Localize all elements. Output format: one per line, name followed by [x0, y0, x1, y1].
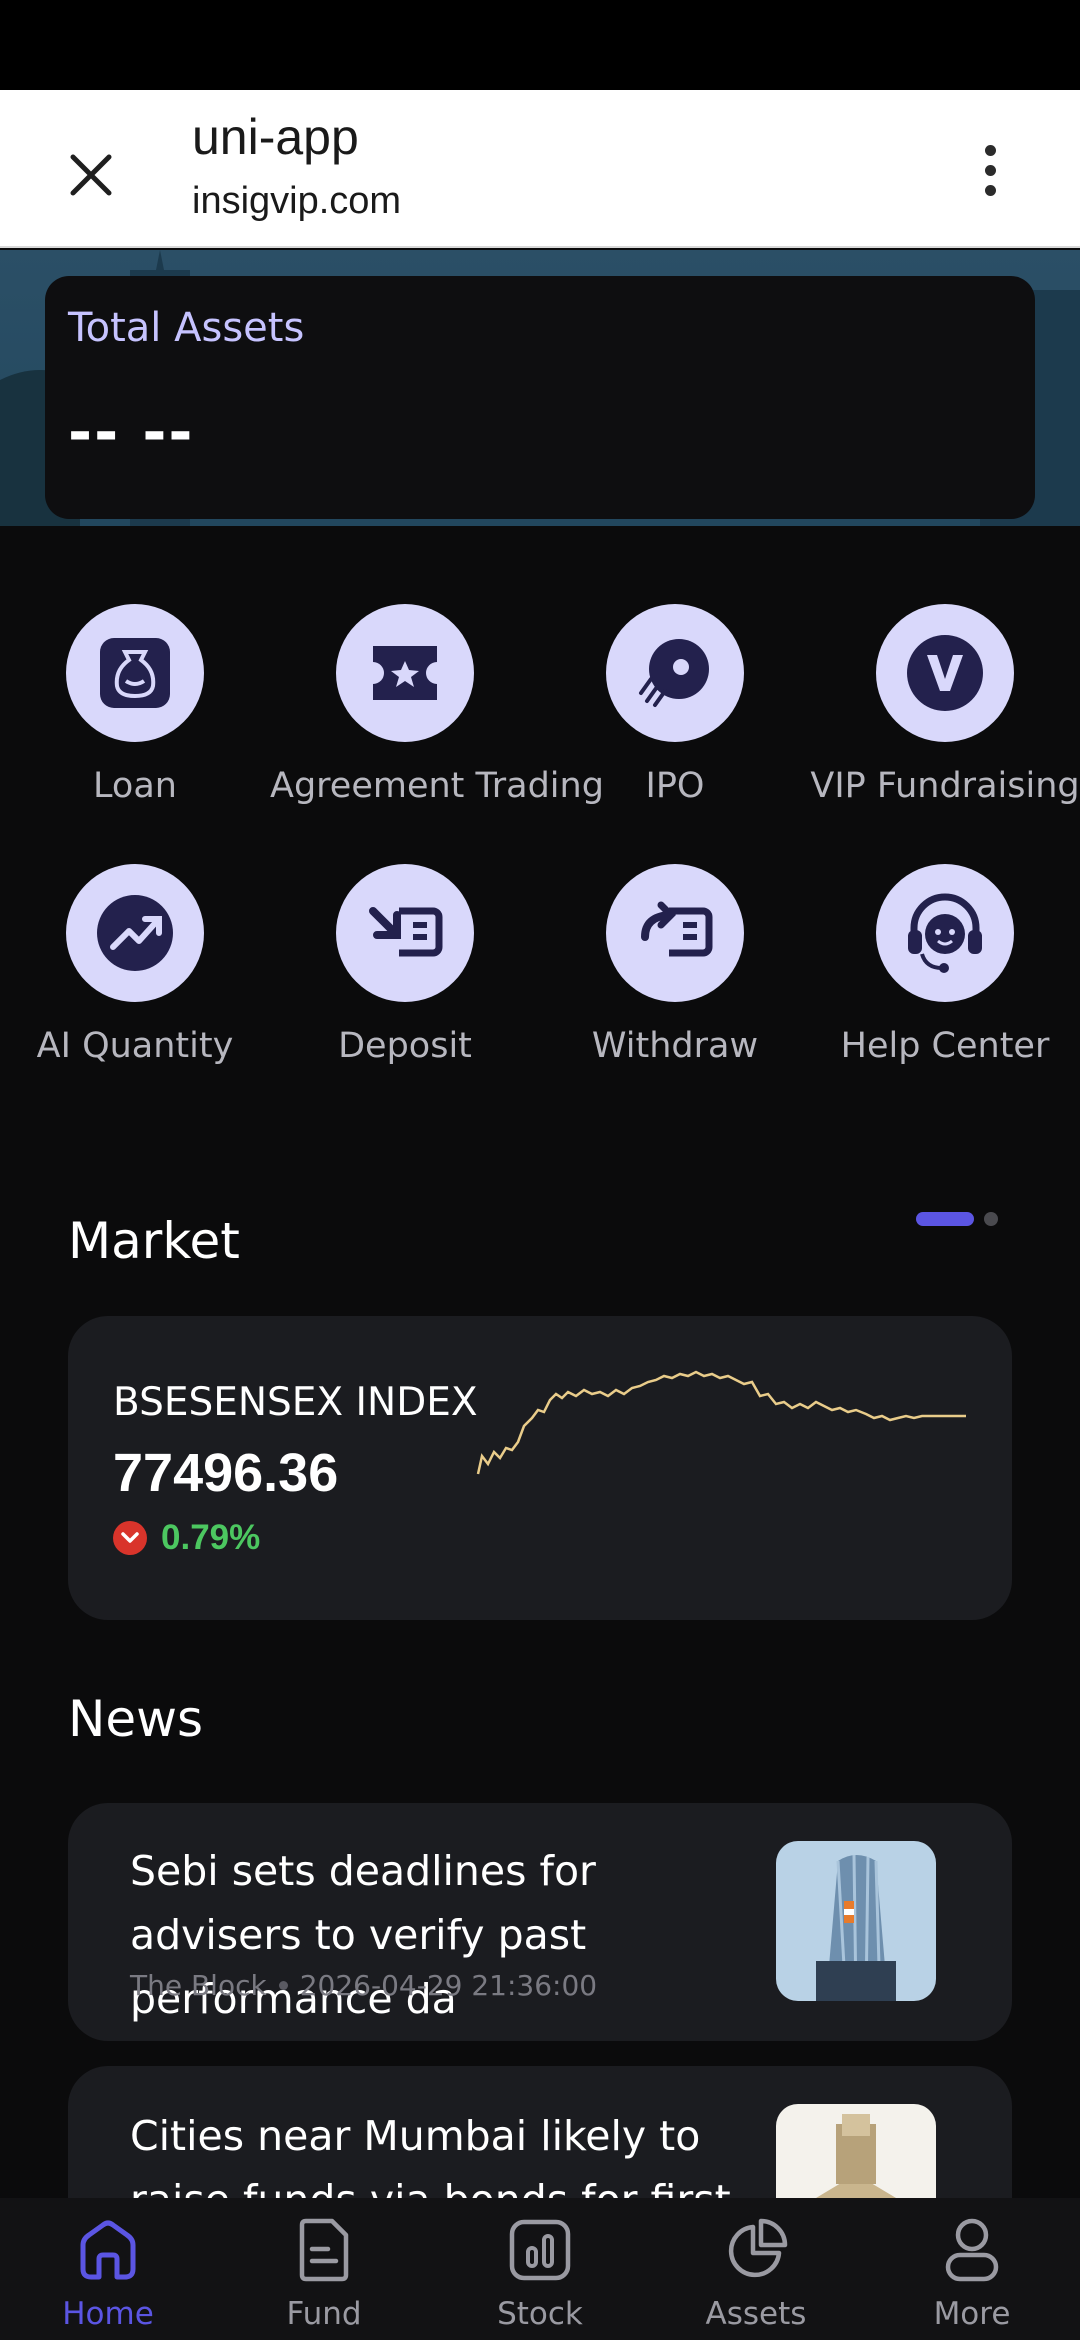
bar-chart-icon [509, 2219, 571, 2281]
help-icon-circle [876, 864, 1014, 1002]
quick-action-loan[interactable]: Loan [0, 604, 270, 806]
vip-v-icon [907, 635, 983, 711]
quick-action-label: AI Quantity [36, 1026, 234, 1066]
more-vertical-icon-dot [984, 164, 996, 176]
market-pager[interactable] [916, 1212, 998, 1226]
user-icon [945, 2218, 999, 2282]
total-assets-value: -- -- [68, 398, 195, 466]
quick-action-label: Deposit [338, 1026, 472, 1066]
news-source: The Block [130, 1969, 267, 2002]
withdraw-icon-circle [606, 864, 744, 1002]
withdraw-icon [641, 901, 713, 957]
quick-action-ipo[interactable]: IPO [540, 604, 810, 806]
news-headline: Sebi sets deadlines for advisers to veri… [130, 1847, 596, 2023]
tab-stock-icon-wrap [470, 2210, 610, 2290]
quick-action-label: IPO [645, 766, 705, 806]
ipo-icon-circle [606, 604, 744, 742]
quick-action-ai-quantity[interactable]: AI Quantity [0, 864, 270, 1066]
deposit-icon [369, 907, 443, 957]
deposit-icon-circle [336, 864, 474, 1002]
news-meta: The Block 2026-04-29 21:36:00 [130, 1969, 597, 2002]
tab-label: More [933, 2296, 1011, 2332]
quick-action-withdraw[interactable]: Withdraw [540, 864, 810, 1066]
quick-action-label: Agreement Trading [270, 766, 604, 806]
close-button[interactable] [56, 140, 126, 210]
page-title: uni-app [192, 109, 359, 165]
tab-more[interactable]: More [902, 2210, 1042, 2332]
tab-stock[interactable]: Stock [470, 2210, 610, 2332]
news-item[interactable]: Sebi sets deadlines for advisers to veri… [68, 1803, 1012, 2041]
more-vertical-icon [984, 144, 996, 156]
quick-action-label: VIP Fundraising [810, 766, 1080, 806]
quick-action-label: Loan [93, 766, 177, 806]
rocket-icon [639, 639, 709, 707]
ai-icon-circle [66, 864, 204, 1002]
tab-label: Stock [497, 2296, 583, 2332]
status-bar [0, 0, 1080, 90]
quick-action-help-center[interactable]: Help Center [810, 864, 1080, 1066]
trend-up-icon [97, 895, 173, 971]
index-change: 0.79% [113, 1518, 260, 1558]
news-time: 2026-04-29 21:36:00 [299, 1969, 598, 2002]
index-sparkline [476, 1370, 966, 1475]
tab-home-icon-wrap [38, 2210, 178, 2290]
more-options-button[interactable] [960, 130, 1020, 210]
news-section-title: News [68, 1690, 204, 1748]
loan-icon-circle [66, 604, 204, 742]
pager-dot[interactable] [984, 1212, 998, 1226]
chevron-down-icon [113, 1521, 147, 1555]
quick-action-label: Withdraw [591, 1026, 759, 1066]
tab-fund-icon-wrap [254, 2210, 394, 2290]
index-name: BSESENSEX INDEX [113, 1380, 478, 1425]
meta-separator [278, 1981, 288, 1990]
quick-action-vip-fundraising[interactable]: VIP Fundraising [810, 604, 1080, 806]
tab-more-icon-wrap [902, 2210, 1042, 2290]
vip-icon-circle [876, 604, 1014, 742]
tab-label: Assets [705, 2296, 807, 2332]
home-icon [80, 2220, 136, 2280]
market-section-title: Market [68, 1212, 240, 1270]
document-icon [299, 2218, 349, 2282]
ticket-star-icon [373, 646, 437, 700]
tab-home[interactable]: Home [38, 2210, 178, 2332]
quick-action-deposit[interactable]: Deposit [270, 864, 540, 1066]
more-vertical-icon-dot [984, 184, 996, 196]
pie-chart-icon [728, 2218, 788, 2278]
total-assets-label: Total Assets [68, 305, 305, 351]
tab-assets[interactable]: Assets [686, 2210, 826, 2332]
tab-fund[interactable]: Fund [254, 2210, 394, 2332]
close-icon [70, 154, 112, 196]
page-url: insigvip.com [192, 180, 402, 222]
news-thumbnail [776, 1841, 936, 2001]
tab-label: Home [62, 2296, 154, 2332]
quick-action-label: Help Center [840, 1026, 1050, 1066]
tab-label: Fund [286, 2296, 362, 2332]
agreement-icon-circle [336, 604, 474, 742]
quick-action-agreement-trading[interactable]: Agreement Trading [270, 604, 604, 806]
index-change-percent: 0.79% [161, 1518, 261, 1557]
browser-toolbar [0, 90, 1080, 248]
index-value: 77496.36 [113, 1443, 339, 1503]
pager-dot-active[interactable] [916, 1212, 974, 1226]
headset-icon [908, 893, 982, 973]
loan-bag-icon [100, 638, 170, 708]
building-flag-image [776, 1841, 936, 2001]
tab-assets-icon-wrap [686, 2210, 826, 2290]
